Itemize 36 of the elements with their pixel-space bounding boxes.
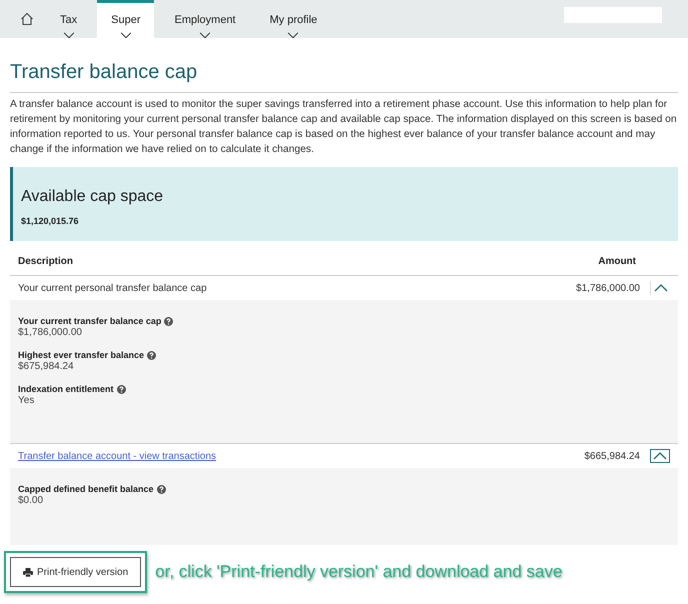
transactions-link[interactable]: Transfer balance account - view transactions xyxy=(18,448,216,464)
nav-tab[interactable]: Super xyxy=(97,0,154,38)
column-header: Description xyxy=(18,255,74,269)
detail-value: $1,786,000.00 xyxy=(18,327,83,339)
nav-tab[interactable]: My profile xyxy=(256,0,332,38)
help-icon[interactable] xyxy=(164,316,174,326)
help-icon[interactable] xyxy=(156,484,166,494)
chevron-down-icon xyxy=(198,32,212,38)
printer-icon xyxy=(23,568,33,576)
detail-label: Highest ever transfer balance xyxy=(18,349,144,361)
help-icon[interactable] xyxy=(116,384,126,394)
summary-heading: Available cap space xyxy=(21,187,164,207)
intro-paragraph: A transfer balance account is used to monitor the super savings transferred into a retirement phase account. Use this information to help plan for retirement by monitoring your current personal transfer balance cap and available cap space. The information displayed on this screen is based on information reported to us. Your personal transfer balance cap is based on the highest ever balance of your transfer balance account and may change if the information we have relied on to calculate it changes. xyxy=(10,98,678,157)
row-description: Your current personal transfer balance cap xyxy=(18,282,207,296)
row-amount: $1,786,000.00 xyxy=(576,282,640,296)
nav-tab[interactable]: Tax xyxy=(46,0,92,38)
detail-value: $0.00 xyxy=(18,495,44,507)
chevron-down-icon xyxy=(62,32,76,38)
annotation-text: or, click 'Print-friendly version' and download and save xyxy=(155,561,562,584)
column-header: Amount xyxy=(598,255,636,269)
nav-tab[interactable]: Employment xyxy=(160,0,250,38)
chevron-up-icon xyxy=(653,452,667,460)
detail-label: Capped defined benefit balance xyxy=(18,483,154,495)
chevron-down-icon xyxy=(118,32,133,38)
help-icon[interactable] xyxy=(147,350,156,360)
chevron-up-icon xyxy=(654,284,668,292)
chevron-down-icon xyxy=(286,32,300,38)
detail-value: $675,984.24 xyxy=(18,361,75,373)
summary-amount: $1,120,015.76 xyxy=(21,215,80,228)
row-amount: $665,984.24 xyxy=(584,450,640,464)
detail-label: Indexation entitlement xyxy=(18,383,114,395)
detail-value: Yes xyxy=(18,395,36,407)
print-button[interactable]: Print-friendly version xyxy=(10,557,142,587)
collapse-toggle[interactable] xyxy=(650,449,670,463)
detail-label: Your current transfer balance cap xyxy=(18,315,162,327)
page-title: Transfer balance cap xyxy=(10,60,198,84)
